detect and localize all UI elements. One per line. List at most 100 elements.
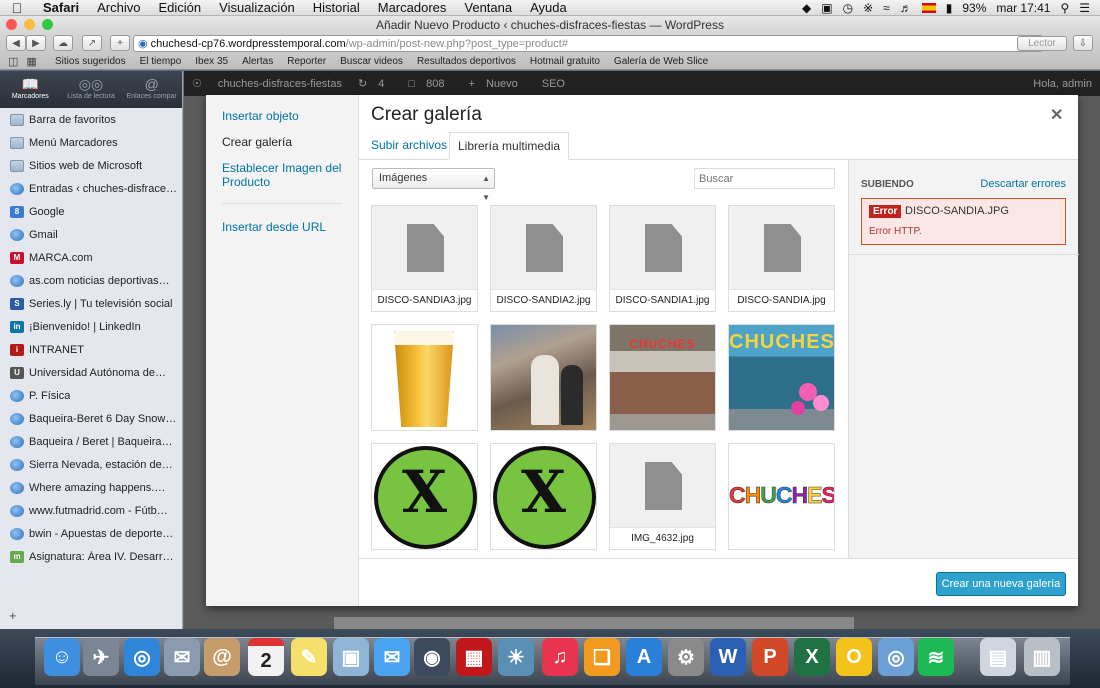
menu-historial[interactable]: Historial: [304, 0, 369, 15]
bookmark-item[interactable]: Menú Marcadores: [0, 131, 182, 154]
menu-insert-media[interactable]: Insertar objeto: [222, 109, 347, 123]
input-source-flag-icon[interactable]: [921, 2, 936, 13]
iphoto-icon[interactable]: ☀: [498, 638, 534, 676]
fav-hotmail-gratuito[interactable]: Hotmail gratuito: [523, 56, 607, 67]
fav-ibex-35[interactable]: Ibex 35: [188, 56, 235, 67]
fav-buscar-videos[interactable]: Buscar videos: [333, 56, 410, 67]
attachment-thumbnail[interactable]: DISCO-SANDIA2.jpg: [490, 205, 597, 312]
menu-visualizacion[interactable]: Visualización: [210, 0, 304, 15]
tab-reading-list[interactable]: ◎◎ Lista de lectura: [61, 71, 122, 108]
powerpoint-icon[interactable]: P: [752, 638, 788, 676]
battery-icon[interactable]: ▮: [946, 1, 953, 15]
menu-archivo[interactable]: Archivo: [88, 0, 149, 15]
tab-bookmarks[interactable]: 📖 Marcadores: [0, 71, 61, 108]
share-button[interactable]: ↗: [82, 35, 102, 51]
launchpad-icon[interactable]: ✈: [83, 638, 119, 676]
media-filter-select[interactable]: Imágenes ▲ ▼: [372, 168, 495, 202]
bookmark-item[interactable]: as.com noticias deportivas…: [0, 269, 182, 292]
wp-greeting[interactable]: Hola, admin: [1025, 78, 1100, 90]
sidebar-toggle-icon[interactable]: ◫: [8, 55, 18, 68]
tab-upload-files[interactable]: Subir archivos: [363, 132, 455, 160]
wp-seo[interactable]: SEO: [534, 78, 573, 90]
bookmark-item[interactable]: i INTRANET: [0, 338, 182, 361]
ibooks-icon[interactable]: ❏: [584, 638, 620, 676]
bookmark-item[interactable]: S Series.ly | Tu televisión social: [0, 292, 182, 315]
media-search-input[interactable]: [694, 168, 835, 189]
bookmark-item[interactable]: Sierra Nevada, estación de…: [0, 453, 182, 476]
fav-alertas[interactable]: Alertas: [235, 56, 280, 67]
wp-new[interactable]: + Nuevo: [460, 78, 533, 90]
system-prefs-icon[interactable]: ⚙: [668, 638, 704, 676]
attachment-thumbnail[interactable]: CHUCHES: [609, 324, 716, 431]
downloads-button[interactable]: ⇩: [1073, 35, 1093, 51]
bookmark-item[interactable]: Entradas ‹ chuches-disfrace…: [0, 177, 182, 200]
word-icon[interactable]: W: [710, 638, 746, 676]
back-button[interactable]: ◀: [6, 35, 26, 51]
bookmark-item[interactable]: in ¡Bienvenido! | LinkedIn: [0, 315, 182, 338]
tab-shared-links[interactable]: @ Enlaces compar: [121, 71, 182, 108]
mail-stamp-icon[interactable]: ✉: [164, 638, 200, 676]
menu-ayuda[interactable]: Ayuda: [521, 0, 576, 15]
bookmark-item[interactable]: Baqueira / Beret | Baqueira…: [0, 430, 182, 453]
attachment-thumbnail[interactable]: DISCO-SANDIA3.jpg: [371, 205, 478, 312]
attachment-thumbnail[interactable]: [490, 324, 597, 431]
apple-menu-icon[interactable]: : [0, 0, 34, 16]
wp-site-name[interactable]: chuches-disfraces-fiestas: [210, 78, 350, 90]
attachment-thumbnail[interactable]: X: [371, 443, 478, 550]
bookmark-item[interactable]: Sitios web de Microsoft: [0, 154, 182, 177]
calendar-icon[interactable]: 2: [248, 638, 284, 676]
menu-edicion[interactable]: Edición: [150, 0, 211, 15]
attachment-thumbnail[interactable]: X: [490, 443, 597, 550]
wifi-icon[interactable]: ≈: [883, 1, 890, 15]
menu-insert-from-url[interactable]: Insertar desde URL: [222, 220, 347, 234]
itunes-icon[interactable]: ♫: [542, 638, 578, 676]
bookmark-item[interactable]: M MARCA.com: [0, 246, 182, 269]
bookmark-item[interactable]: Where amazing happens.…: [0, 476, 182, 499]
attachment-thumbnail[interactable]: CHUCHES: [728, 443, 835, 550]
trash-icon[interactable]: ▥: [1024, 638, 1060, 676]
bookmark-item[interactable]: www.futmadrid.com - Fútb…: [0, 499, 182, 522]
menu-create-gallery[interactable]: Crear galería: [222, 135, 347, 149]
bookmark-item[interactable]: Barra de favoritos: [0, 108, 182, 131]
contacts-icon[interactable]: @: [204, 638, 240, 676]
documents-folder-icon[interactable]: ▤: [980, 638, 1016, 676]
fav-resultados-deportivos[interactable]: Resultados deportivos: [410, 56, 523, 67]
spotlight-search-icon[interactable]: ⚲: [1060, 1, 1069, 15]
top-sites-icon[interactable]: ▦: [26, 55, 36, 68]
new-tab-button[interactable]: +: [110, 35, 130, 51]
menu-app-safari[interactable]: Safari: [34, 0, 88, 15]
add-bookmark-icon[interactable]: +: [9, 608, 17, 623]
bookmark-item[interactable]: Baqueira-Beret 6 Day Snow…: [0, 407, 182, 430]
preview-icon[interactable]: ▣: [333, 638, 369, 676]
finder-icon[interactable]: ☺: [44, 638, 80, 676]
attachment-thumbnail[interactable]: IMG_4632.jpg: [609, 443, 716, 550]
wp-updates[interactable]: ↻ 4: [350, 77, 400, 90]
bookmark-item[interactable]: m Asignatura: Área IV. Desarr…: [0, 545, 182, 568]
dropbox-status-icon[interactable]: ◆: [802, 1, 811, 15]
airplay-icon[interactable]: ▣: [821, 1, 832, 15]
bookmark-item[interactable]: P. Física: [0, 384, 182, 407]
fav-reporter[interactable]: Reporter: [280, 56, 333, 67]
menu-ventana[interactable]: Ventana: [455, 0, 521, 15]
bookmark-item[interactable]: U Universidad Autónoma de…: [0, 361, 182, 384]
icloud-tabs-button[interactable]: ☁: [53, 35, 73, 51]
photo-booth-icon[interactable]: ▦: [456, 638, 492, 676]
app-store-icon[interactable]: A: [626, 638, 662, 676]
messages-icon[interactable]: ✉: [374, 638, 410, 676]
tab-media-library[interactable]: Librería multimedia: [449, 132, 570, 160]
network-icon[interactable]: ◎: [878, 638, 914, 676]
menu-clock[interactable]: mar 17:41: [996, 1, 1050, 15]
safari-icon[interactable]: ◎: [124, 638, 160, 676]
facetime-icon[interactable]: ◉: [414, 638, 450, 676]
attachment-thumbnail[interactable]: CHUCHES: [728, 324, 835, 431]
time-machine-icon[interactable]: ◷: [843, 1, 853, 15]
dismiss-errors-link[interactable]: Descartar errores: [980, 178, 1066, 190]
outlook-icon[interactable]: O: [836, 638, 872, 676]
menu-set-featured-image[interactable]: Establecer Imagen del Producto: [222, 161, 347, 189]
bookmark-item[interactable]: bwin - Apuestas de deporte…: [0, 522, 182, 545]
notes-icon[interactable]: ✎: [291, 638, 327, 676]
attachment-thumbnail[interactable]: [371, 324, 478, 431]
notification-center-icon[interactable]: ☰: [1079, 1, 1090, 15]
wp-comments[interactable]: □ 808: [400, 78, 460, 90]
excel-icon[interactable]: X: [794, 638, 830, 676]
